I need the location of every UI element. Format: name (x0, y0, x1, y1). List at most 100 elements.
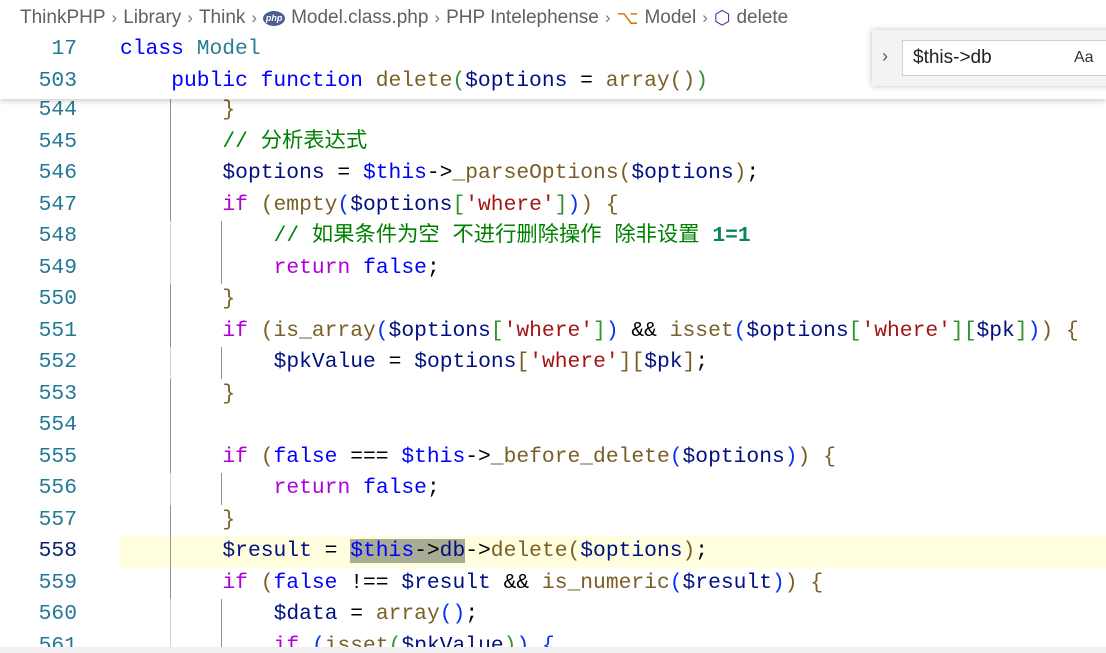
code-token: [ (963, 318, 977, 343)
line-number: 547 (38, 192, 77, 217)
code-token: ( (337, 192, 351, 217)
code-editor[interactable]: 17 class Model 503 public function delete($… (0, 36, 1106, 647)
code-token: if (222, 192, 248, 217)
code-token: = (337, 602, 376, 626)
code-token: $pkValue (273, 350, 376, 374)
indent-guide (170, 189, 172, 221)
code-line[interactable]: 561 if (isset($pkValue)) { (0, 630, 1106, 648)
code-token: ) (771, 570, 785, 595)
code-line[interactable]: 551 if (is_array($options['where']) && is… (0, 315, 1106, 347)
indent-guide (170, 126, 172, 158)
code-token: } (222, 287, 236, 311)
code-line[interactable]: 545 // 分析表达式 (0, 126, 1106, 158)
breadcrumb-item[interactable]: PHP Intelephense (446, 7, 599, 29)
code-token: } (222, 98, 236, 122)
code-text: return false; (274, 473, 440, 505)
code-token: // 分析表达式 (222, 129, 368, 154)
line-number: 548 (38, 224, 77, 248)
find-match-highlight: db (439, 539, 466, 563)
toggle-replace-chevron-icon[interactable]: › (882, 46, 888, 67)
code-token: false (363, 476, 427, 500)
code-token: } (222, 507, 236, 532)
code-text: $options = $this->_parseOptions($options… (222, 158, 759, 190)
line-number: 554 (38, 413, 77, 437)
code-token: delete (490, 539, 568, 563)
code-token: 'where' (503, 318, 594, 343)
code-line[interactable]: 548 // 如果条件为空 不进行删除操作 除非设置 1=1 (0, 221, 1106, 253)
code-line[interactable]: 554 (0, 410, 1106, 442)
code-token: return (273, 476, 351, 500)
code-line[interactable]: 547 if (empty($options['where'])) { (0, 189, 1106, 221)
code-token: return (273, 255, 351, 280)
code-token: ) (695, 68, 708, 93)
breadcrumb-item[interactable]: ThinkPHP (20, 7, 106, 29)
code-token: ( (733, 318, 747, 343)
indent-guide (170, 504, 172, 536)
breadcrumb-item[interactable]: Think (199, 7, 245, 29)
code-token: ( (669, 68, 683, 93)
breadcrumb-item[interactable]: Library (123, 7, 181, 29)
breadcrumb-separator-icon: › (111, 8, 118, 27)
code-token: $data (273, 602, 338, 626)
code-line[interactable]: 560 $data = array(); (0, 599, 1106, 631)
indent-guide (170, 599, 172, 631)
code-token: is_numeric (541, 570, 670, 595)
indent-guide (170, 252, 172, 284)
indent-guide (170, 284, 172, 316)
code-line[interactable]: 553} (0, 378, 1106, 410)
code-token: ] (950, 318, 964, 343)
code-line[interactable]: 559 if (false !== $result && is_numeric($… (0, 567, 1106, 599)
code-line[interactable]: 546 $options = $this->_parseOptions($opti… (0, 158, 1106, 190)
indent-guide (221, 599, 223, 631)
code-token: if (222, 318, 248, 343)
match-case-button[interactable]: Aa (1074, 49, 1094, 67)
breadcrumb-separator-icon: › (702, 8, 708, 27)
code-token: [ (848, 318, 862, 343)
indent-guide (170, 630, 172, 647)
code-line[interactable]: 556 return false; (0, 473, 1106, 505)
code-token: $pk (644, 350, 683, 374)
find-match-highlight: -> (414, 539, 440, 563)
breadcrumb-item[interactable]: delete (736, 7, 788, 29)
code-token: $options (414, 350, 517, 374)
line-number: 558 (38, 539, 77, 563)
code-token: ] (682, 350, 696, 374)
code-line[interactable]: 552 $pkValue = $options['where'][$pk]; (0, 347, 1106, 379)
code-line[interactable]: 558 $result = $this->db->delete($options)… (39, 536, 1106, 568)
indent-guide (221, 347, 223, 379)
code-line[interactable]: 549 return false; (0, 252, 1106, 284)
code-token: ) (567, 192, 581, 217)
code-token: _before_delete (490, 444, 670, 469)
code-token: ) (516, 633, 530, 648)
code-line[interactable]: 555 if (false === $this->_before_delete($… (0, 441, 1106, 473)
code-line[interactable]: 550} (0, 284, 1106, 316)
breadcrumb-separator-icon: › (434, 8, 441, 27)
code-token: $options (388, 318, 491, 343)
class-icon: ⌥ (616, 7, 639, 29)
breadcrumb-item[interactable]: Model (644, 7, 696, 29)
code-line[interactable]: 557} (0, 504, 1106, 536)
code-token: ] (1014, 318, 1028, 343)
indent-guide (221, 221, 223, 253)
indent-guide (170, 410, 172, 442)
code-token: { (810, 570, 824, 595)
code-token: isset (324, 633, 389, 648)
indent-guide (221, 252, 223, 284)
line-number: 549 (38, 255, 77, 280)
code-token: ) (733, 161, 747, 185)
code-text: $pkValue = $options['where'][$pk]; (274, 347, 709, 379)
breadcrumb-item[interactable]: Model.class.php (291, 7, 428, 29)
code-token: ( (452, 68, 466, 93)
code-token: ) (682, 539, 696, 563)
horizontal-scrollbar[interactable] (0, 647, 1106, 653)
code-text: $data = array(); (274, 599, 479, 631)
code-line[interactable]: 544} (0, 95, 1106, 127)
code-token: ; (426, 255, 440, 280)
line-number: 559 (38, 570, 77, 595)
code-token: $options (631, 161, 734, 185)
method-cube-icon: ⬡ (713, 7, 731, 29)
breadcrumb-separator-icon: › (251, 8, 258, 27)
code-token: $this (362, 161, 427, 185)
